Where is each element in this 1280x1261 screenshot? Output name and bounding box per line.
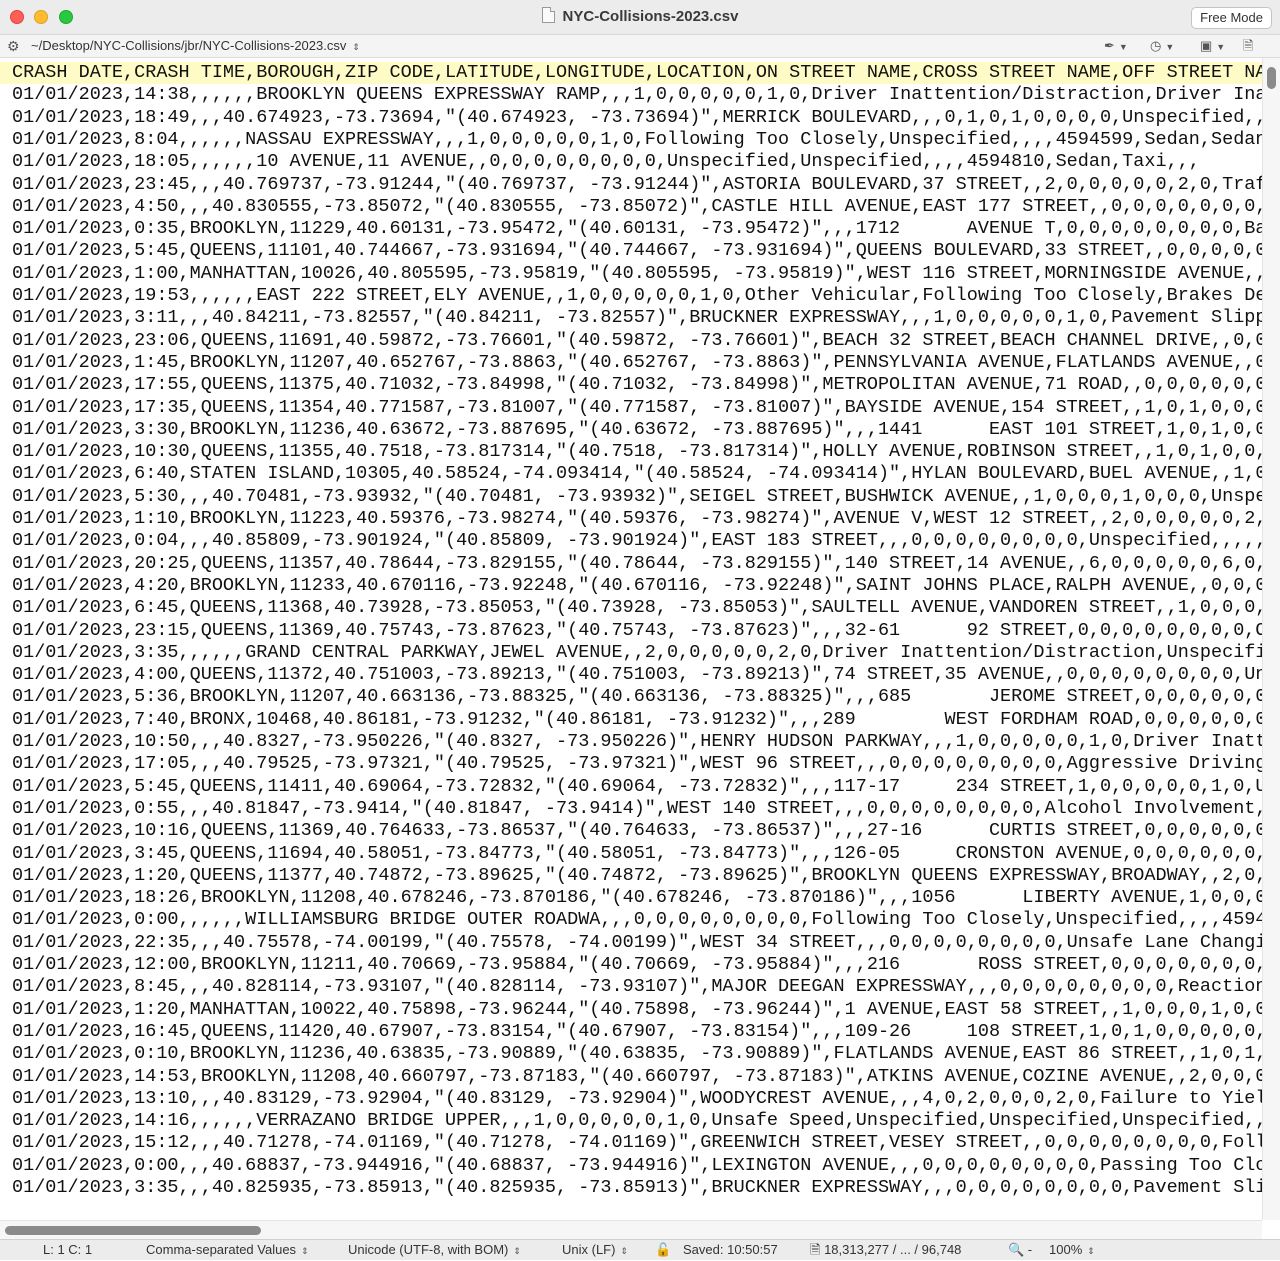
document-info-button[interactable]: 🗎 [1243, 35, 1253, 57]
line-endings-label: Unix (LF) [562, 1242, 616, 1257]
saved-time: Saved: 10:50:57 [683, 1242, 778, 1257]
csv-data-line[interactable]: 01/01/2023,4:20,BROOKLYN,11233,40.670116… [0, 575, 1262, 597]
csv-data-line[interactable]: 01/01/2023,5:45,QUEENS,11101,40.744667,-… [0, 240, 1262, 262]
text-editor[interactable]: CRASH DATE,CRASH TIME,BOROUGH,ZIP CODE,L… [0, 58, 1262, 1220]
history-button[interactable]: ◷ ▼ [1150, 35, 1174, 58]
chevron-down-icon: ▼ [1118, 42, 1128, 52]
lock-icon[interactable]: 🔓 [655, 1240, 671, 1260]
chevron-updown-icon: ⇕ [620, 1246, 628, 1256]
cursor-position[interactable]: L: 1 C: 1 [43, 1240, 92, 1260]
csv-data-line[interactable]: 01/01/2023,1:00,MANHATTAN,10026,40.80559… [0, 263, 1262, 285]
pen-tool-button[interactable]: ✒ ▼ [1104, 35, 1128, 58]
window-title-wrap: NYC-Collisions-2023.csv [0, 7, 1280, 25]
csv-data-line[interactable]: 01/01/2023,14:38,,,,,,BROOKLYN QUEENS EX… [0, 84, 1262, 106]
csv-data-line[interactable]: 01/01/2023,17:55,QUEENS,11375,40.71032,-… [0, 374, 1262, 396]
status-bar: L: 1 C: 1 Comma-separated Values ⇕ Unicod… [0, 1239, 1280, 1260]
path-bar: ⚙ ~/Desktop/NYC-Collisions/jbr/NYC-Colli… [0, 35, 1280, 58]
csv-data-line[interactable]: 01/01/2023,8:45,,,40.828114,-73.93107,"(… [0, 976, 1262, 998]
csv-data-line[interactable]: 01/01/2023,17:35,QUEENS,11354,40.771587,… [0, 397, 1262, 419]
csv-data-line[interactable]: 01/01/2023,1:45,BROOKLYN,11207,40.652767… [0, 352, 1262, 374]
line-endings-menu[interactable]: Unix (LF) ⇕ [562, 1240, 628, 1261]
csv-data-line[interactable]: 01/01/2023,14:16,,,,,,VERRAZANO BRIDGE U… [0, 1110, 1262, 1132]
csv-data-line[interactable]: 01/01/2023,3:35,,,,,,GRAND CENTRAL PARKW… [0, 642, 1262, 664]
csv-data-line[interactable]: 01/01/2023,0:10,BROOKLYN,11236,40.63835,… [0, 1043, 1262, 1065]
csv-data-line[interactable]: 01/01/2023,17:05,,,40.79525,-73.97321,"(… [0, 753, 1262, 775]
csv-data-line[interactable]: 01/01/2023,1:20,QUEENS,11377,40.74872,-7… [0, 865, 1262, 887]
csv-data-line[interactable]: 01/01/2023,3:11,,,40.84211,-73.82557,"(4… [0, 307, 1262, 329]
magnifier-icon: 🔍 [1008, 1242, 1025, 1257]
chevron-updown-icon: ⇕ [513, 1246, 521, 1256]
csv-data-line[interactable]: 01/01/2023,4:50,,,40.830555,-73.85072,"(… [0, 196, 1262, 218]
window-title: NYC-Collisions-2023.csv [562, 8, 739, 25]
csv-data-line[interactable]: 01/01/2023,23:45,,,40.769737,-73.91244,"… [0, 174, 1262, 196]
chevron-down-icon: ▼ [1165, 42, 1175, 52]
title-bar: NYC-Collisions-2023.csv Free Mode [0, 0, 1280, 35]
zoom-out-button[interactable]: 🔍 - [1008, 1240, 1032, 1260]
csv-data-line[interactable]: 01/01/2023,0:00,,,,,,WILLIAMSBURG BRIDGE… [0, 909, 1262, 931]
chevron-updown-icon: ⇕ [352, 42, 360, 52]
clock-icon: ◷ [1150, 38, 1162, 53]
csv-data-line[interactable]: 01/01/2023,23:06,QUEENS,11691,40.59872,-… [0, 330, 1262, 352]
csv-data-line[interactable]: 01/01/2023,15:12,,,40.71278,-74.01169,"(… [0, 1132, 1262, 1154]
csv-data-line[interactable]: 01/01/2023,22:35,,,40.75578,-74.00199,"(… [0, 932, 1262, 954]
csv-data-line[interactable]: 01/01/2023,6:40,STATEN ISLAND,10305,40.5… [0, 463, 1262, 485]
csv-data-line[interactable]: 01/01/2023,0:04,,,40.85809,-73.901924,"(… [0, 530, 1262, 552]
csv-data-line[interactable]: 01/01/2023,0:55,,,40.81847,-73.9414,"(40… [0, 798, 1262, 820]
csv-data-line[interactable]: 01/01/2023,16:45,QUEENS,11420,40.67907,-… [0, 1021, 1262, 1043]
csv-data-line[interactable]: 01/01/2023,18:49,,,40.674923,-73.73694,"… [0, 107, 1262, 129]
csv-data-line[interactable]: 01/01/2023,1:10,BROOKLYN,11223,40.59376,… [0, 508, 1262, 530]
zoom-label: 100% [1049, 1242, 1083, 1257]
gear-icon[interactable]: ⚙ [7, 35, 20, 57]
csv-data-line[interactable]: 01/01/2023,20:25,QUEENS,11357,40.78644,-… [0, 553, 1262, 575]
csv-data-line[interactable]: 01/01/2023,0:35,BROOKLYN,11229,40.60131,… [0, 218, 1262, 240]
csv-data-line[interactable]: 01/01/2023,14:53,BROOKLYN,11208,40.66079… [0, 1066, 1262, 1088]
pen-icon: ✒ [1104, 38, 1115, 53]
layout-icon: ▣ [1200, 38, 1213, 53]
csv-data-line[interactable]: 01/01/2023,3:45,QUEENS,11694,40.58051,-7… [0, 843, 1262, 865]
horizontal-scroll-thumb[interactable] [5, 1226, 261, 1235]
csv-data-line[interactable]: 01/01/2023,3:30,BROOKLYN,11236,40.63672,… [0, 419, 1262, 441]
csv-data-line[interactable]: 01/01/2023,10:16,QUEENS,11369,40.764633,… [0, 820, 1262, 842]
csv-data-line[interactable]: 01/01/2023,7:40,BRONX,10468,40.86181,-73… [0, 709, 1262, 731]
csv-data-line[interactable]: 01/01/2023,23:15,QUEENS,11369,40.75743,-… [0, 620, 1262, 642]
zoom-menu[interactable]: 100% ⇕ [1049, 1240, 1095, 1261]
csv-data-line[interactable]: 01/01/2023,13:10,,,40.83129,-73.92904,"(… [0, 1088, 1262, 1110]
csv-data-line[interactable]: 01/01/2023,18:26,BROOKLYN,11208,40.67824… [0, 887, 1262, 909]
document-icon: 🗎 [1243, 38, 1254, 53]
csv-data-line[interactable]: 01/01/2023,10:50,,,40.8327,-73.950226,"(… [0, 731, 1262, 753]
csv-data-line[interactable]: 01/01/2023,18:05,,,,,,10 AVENUE,11 AVENU… [0, 151, 1262, 173]
vertical-scrollbar[interactable] [1262, 58, 1280, 1220]
csv-data-line[interactable]: 01/01/2023,3:35,,,40.825935,-73.85913,"(… [0, 1177, 1262, 1199]
csv-data-line[interactable]: 01/01/2023,5:36,BROOKLYN,11207,40.663136… [0, 686, 1262, 708]
csv-header-line[interactable]: CRASH DATE,CRASH TIME,BOROUGH,ZIP CODE,L… [0, 62, 1262, 84]
csv-data-line[interactable]: 01/01/2023,12:00,BROOKLYN,11211,40.70669… [0, 954, 1262, 976]
file-path: ~/Desktop/NYC-Collisions/jbr/NYC-Collisi… [31, 38, 347, 53]
document-stats[interactable]: 🗎 18,313,277 / ... / 96,748 [810, 1240, 961, 1260]
document-icon: 🗎 [810, 1242, 821, 1257]
free-mode-button[interactable]: Free Mode [1191, 7, 1272, 29]
chevron-updown-icon: ⇕ [301, 1246, 309, 1256]
vertical-scroll-thumb[interactable] [1267, 67, 1276, 89]
encoding-label: Unicode (UTF-8, with BOM) [348, 1242, 509, 1257]
encoding-menu[interactable]: Unicode (UTF-8, with BOM) ⇕ [348, 1240, 521, 1261]
stats-label: 18,313,277 / ... / 96,748 [824, 1242, 962, 1257]
chevron-updown-icon: ⇕ [1087, 1246, 1095, 1256]
chevron-down-icon: ▼ [1216, 42, 1226, 52]
syntax-menu[interactable]: Comma-separated Values ⇕ [146, 1240, 309, 1261]
csv-data-line[interactable]: 01/01/2023,0:00,,,40.68837,-73.944916,"(… [0, 1155, 1262, 1177]
csv-data-line[interactable]: 01/01/2023,5:30,,,40.70481,-73.93932,"(4… [0, 486, 1262, 508]
csv-data-line[interactable]: 01/01/2023,10:30,QUEENS,11355,40.7518,-7… [0, 441, 1262, 463]
csv-data-line[interactable]: 01/01/2023,8:04,,,,,,NASSAU EXPRESSWAY,,… [0, 129, 1262, 151]
horizontal-scrollbar[interactable] [0, 1220, 1262, 1239]
csv-data-line[interactable]: 01/01/2023,19:53,,,,,,EAST 222 STREET,EL… [0, 285, 1262, 307]
layout-button[interactable]: ▣ ▼ [1200, 35, 1225, 58]
syntax-label: Comma-separated Values [146, 1242, 297, 1257]
csv-data-line[interactable]: 01/01/2023,1:20,MANHATTAN,10022,40.75898… [0, 999, 1262, 1021]
file-path-popup[interactable]: ~/Desktop/NYC-Collisions/jbr/NYC-Collisi… [31, 35, 360, 58]
csv-data-line[interactable]: 01/01/2023,5:45,QUEENS,11411,40.69064,-7… [0, 776, 1262, 798]
document-icon [541, 7, 555, 23]
csv-data-line[interactable]: 01/01/2023,6:45,QUEENS,11368,40.73928,-7… [0, 597, 1262, 619]
csv-data-line[interactable]: 01/01/2023,4:00,QUEENS,11372,40.751003,-… [0, 664, 1262, 686]
